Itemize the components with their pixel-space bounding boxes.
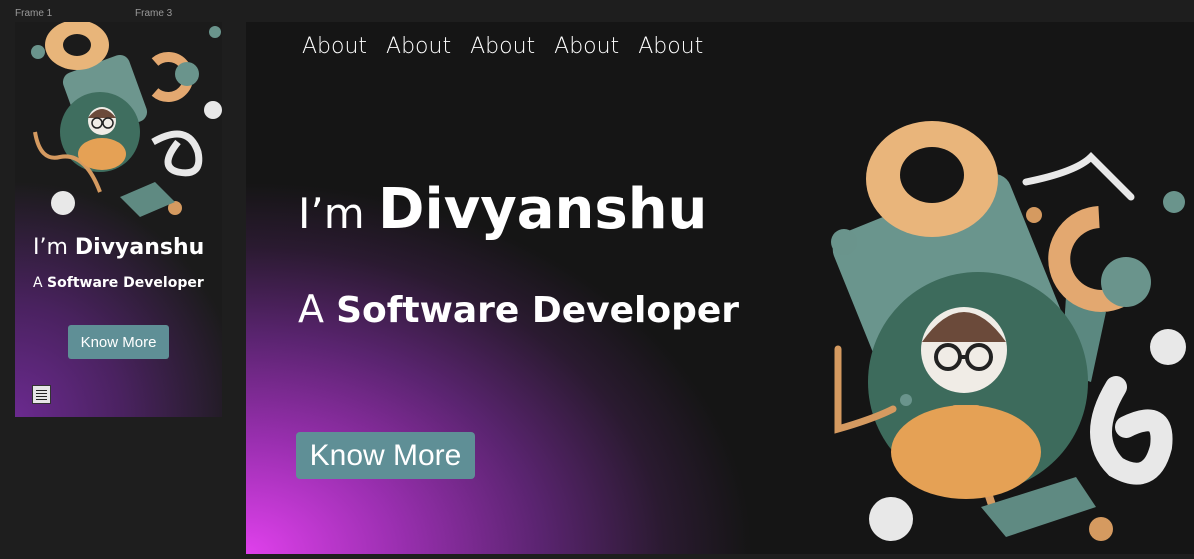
mobile-name: Divyanshu xyxy=(74,235,205,260)
desktop-frame: About About About About About I’m Divyan… xyxy=(246,22,1194,554)
menu-icon[interactable] xyxy=(32,385,51,404)
hero-role: A Software Developer xyxy=(298,287,740,331)
top-nav: About About About About About xyxy=(302,34,703,59)
nav-about-1[interactable]: About xyxy=(302,34,367,59)
nav-about-4[interactable]: About xyxy=(554,34,619,59)
mobile-greeting: I’m Divyanshu xyxy=(33,235,205,260)
hero-name: Divyanshu xyxy=(378,177,708,242)
mobile-role: A Software Developer xyxy=(33,275,204,291)
developer-illustration xyxy=(31,22,222,217)
mobile-frame: I’m Divyanshu A Software Developer Know … xyxy=(15,22,222,417)
developer-illustration-large xyxy=(831,121,1186,541)
nav-about-5[interactable]: About xyxy=(638,34,703,59)
frame1-label: Frame 1 xyxy=(15,8,53,19)
frame3-label: Frame 3 xyxy=(135,8,173,19)
mobile-know-more-button[interactable]: Know More xyxy=(68,325,169,359)
know-more-button[interactable]: Know More xyxy=(296,432,475,479)
nav-about-3[interactable]: About xyxy=(470,34,535,59)
nav-about-2[interactable]: About xyxy=(386,34,451,59)
hero-greeting: I’m Divyanshu xyxy=(298,177,708,242)
